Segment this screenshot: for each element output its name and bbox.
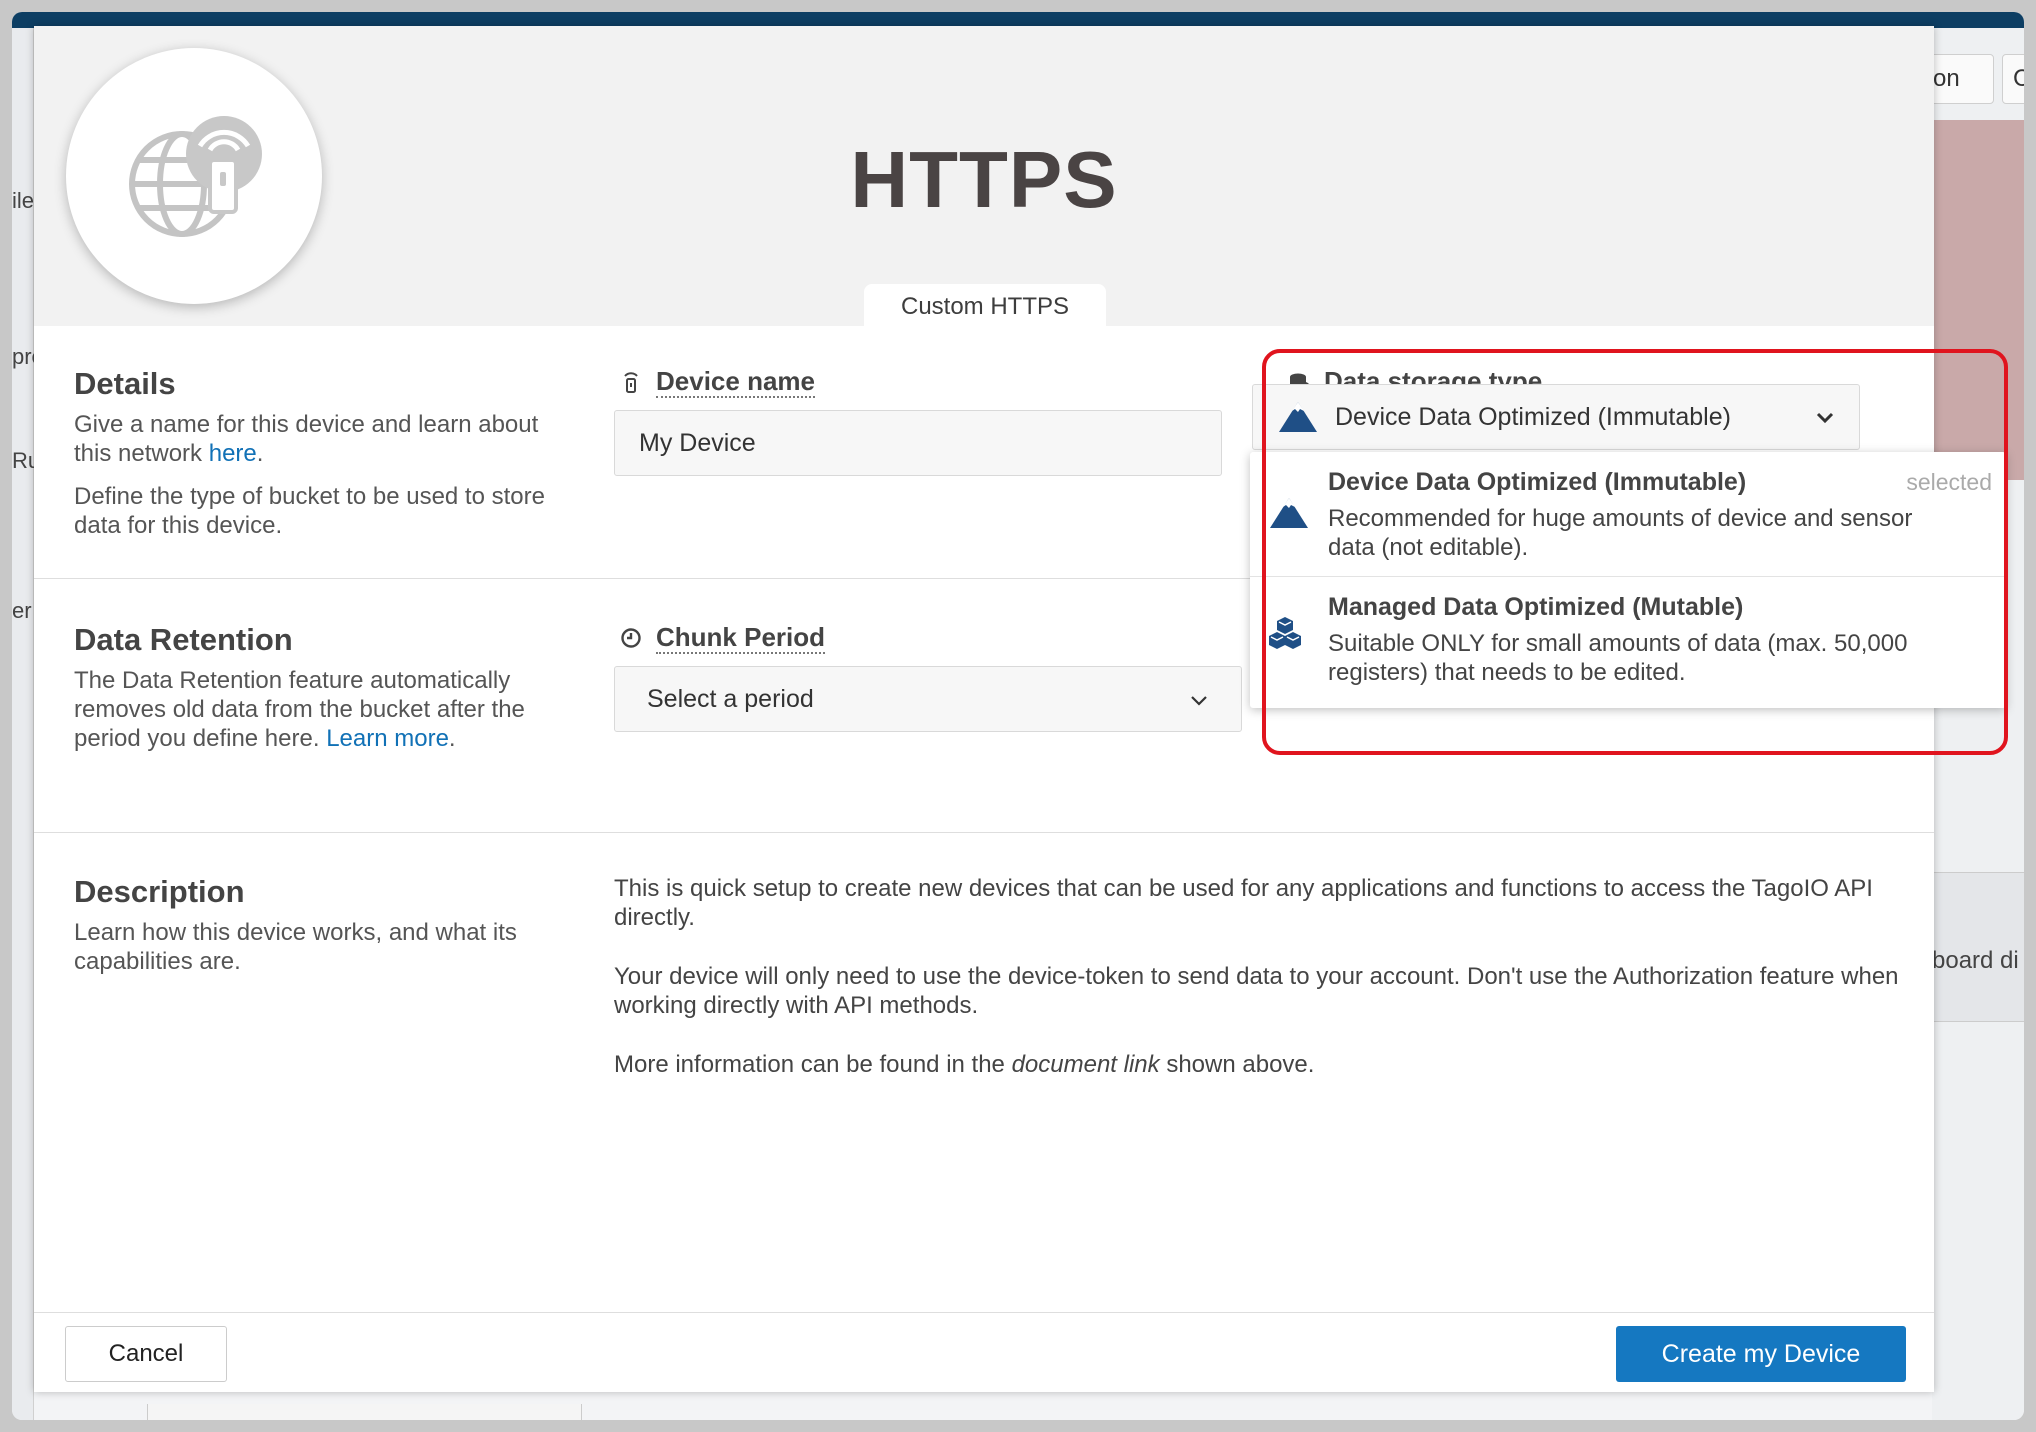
create-device-button[interactable]: Create my Device	[1616, 1326, 1906, 1382]
background-list-item	[147, 1404, 582, 1420]
device-name-input[interactable]: My Device	[614, 410, 1222, 476]
sidebar-item-pre[interactable]: pre	[12, 344, 34, 370]
description-paragraph-3: More information can be found in the doc…	[614, 1050, 1904, 1079]
app-sidebar: ile pre Ru er	[12, 28, 34, 1420]
sidebar-item-run[interactable]: Ru	[12, 448, 34, 474]
details-text-suffix: .	[256, 440, 264, 467]
document-link-text: document link	[1011, 1051, 1160, 1078]
background-button-c[interactable]: C	[2002, 54, 2024, 104]
learn-more-link[interactable]: Learn more	[326, 725, 449, 752]
modal-title: HTTPS	[850, 135, 1118, 224]
description-subtext: Learn how this device works, and what it…	[74, 919, 517, 975]
description-body: This is quick setup to create new device…	[614, 874, 1904, 1109]
details-here-link[interactable]: here	[209, 440, 257, 467]
chunk-period-label-text: Chunk Period	[656, 622, 826, 654]
description-title: Description	[74, 874, 245, 909]
section-divider	[34, 832, 1934, 833]
description-paragraph-2: Your device will only need to use the de…	[614, 963, 1899, 1019]
tab-custom-https[interactable]: Custom HTTPS	[864, 284, 1106, 328]
details-text: Give a name for this device and learn ab…	[74, 410, 554, 468]
cancel-button[interactable]: Cancel	[65, 1326, 227, 1382]
description-p3-suffix: shown above.	[1159, 1051, 1315, 1078]
retention-text-prefix: The Data Retention feature automatically…	[74, 667, 525, 752]
chunk-period-placeholder: Select a period	[647, 684, 814, 713]
details-text-prefix: Give a name for this device and learn ab…	[74, 411, 539, 467]
footer-divider	[34, 1312, 1934, 1313]
retention-title: Data Retention	[74, 622, 293, 657]
retention-text: The Data Retention feature automatically…	[74, 666, 554, 753]
device-name-label-text: Device name	[656, 366, 815, 398]
sidebar-item-er[interactable]: er	[12, 598, 34, 624]
description-paragraph-1: This is quick setup to create new device…	[614, 875, 1873, 931]
chunk-period-select[interactable]: Select a period	[614, 666, 1242, 732]
description-p3-prefix: More information can be found in the	[614, 1051, 1012, 1078]
details-title: Details	[74, 366, 176, 401]
retention-text-suffix: .	[448, 725, 456, 752]
details-bucket-text: Define the type of bucket to be used to …	[74, 483, 545, 539]
device-name-label: Device name	[620, 366, 815, 398]
highlight-annotation	[1262, 349, 2008, 755]
background-board-text: board di	[1932, 947, 2019, 974]
sidebar-item-files[interactable]: ile	[12, 188, 34, 214]
chunk-period-label: Chunk Period	[620, 622, 826, 654]
device-icon	[624, 372, 638, 393]
modal-header: HTTPS Custom HTTPS	[34, 26, 1934, 328]
chevron-down-icon	[1189, 685, 1209, 714]
clock-icon	[621, 628, 641, 648]
